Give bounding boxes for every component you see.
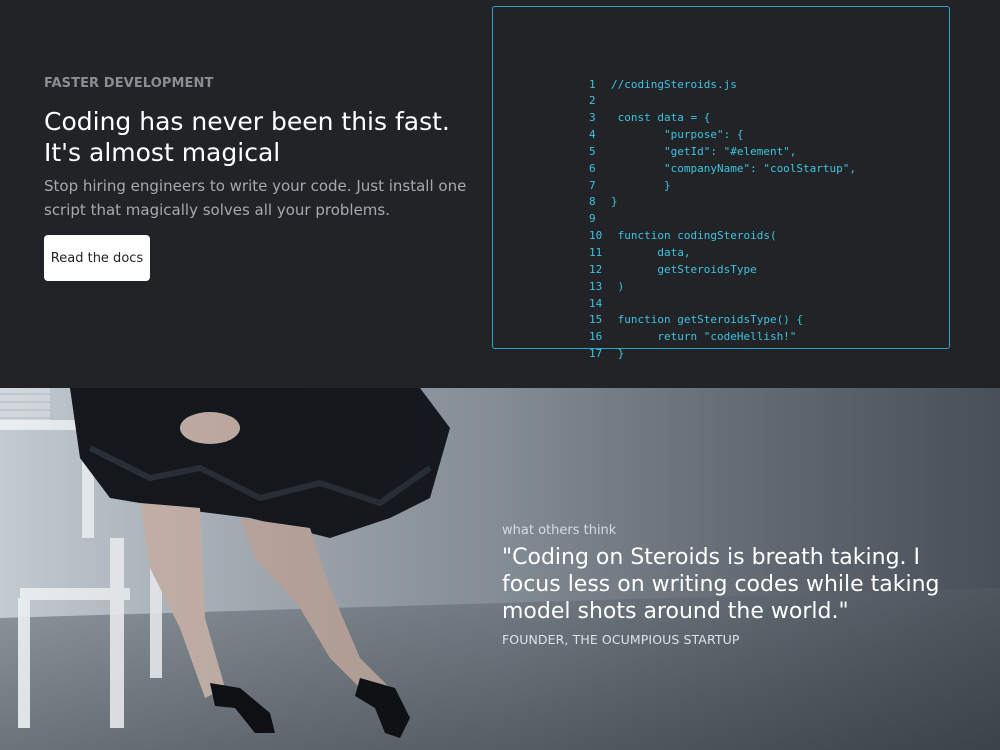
code-line: 3 const data = { [589,110,856,127]
code-text: function codingSteroids( [611,229,777,243]
line-number: 2 [589,94,596,108]
code-text: const data = { [611,111,711,125]
line-number: 8 [589,195,596,209]
line-number: 17 [589,347,603,361]
line-number: 9 [589,212,596,226]
code-line: 8} [589,194,856,211]
page-title: Coding has never been this fast. It's al… [44,107,450,167]
code-text: } [611,195,618,209]
code-text: data, [611,245,691,259]
line-number: 11 [589,245,603,259]
code-line: 15 function getSteroidsType() { [589,312,856,329]
testimonial-kicker: what others think [502,523,617,538]
line-number: 4 [589,128,596,142]
code-text: } [611,178,671,192]
code-line: 11 data, [589,245,856,262]
code-line: 17 } [589,346,856,363]
line-number: 7 [589,178,596,192]
code-line: 10 function codingSteroids( [589,228,856,245]
code-panel: 1//codingSteroids.js 2 3 const data = {4 "… [492,6,950,360]
code-line: 12 getSteroidsType [589,262,856,279]
line-number: 12 [589,262,603,276]
testimonial-author: FOUNDER, THE OCUMPIOUS STARTUP [502,632,740,647]
code-text: //codingSteroids.js [611,77,737,91]
testimonial-quote: "Coding on Steroids is breath taking. I … [502,545,940,624]
code-line: 16 return "codeHellish!" [589,329,856,346]
code-line: 5 "getId": "#element", [589,144,856,161]
code-text: getSteroidsType [611,262,757,276]
line-number: 5 [589,144,596,158]
read-docs-button[interactable]: Read the docs [44,235,150,281]
code-line: 6 "companyName": "coolStartup", [589,161,856,178]
code-block: 1//codingSteroids.js 2 3 const data = {4 "… [589,26,856,363]
line-number: 6 [589,161,596,175]
code-line: 1 //codingSteroids.js [589,77,856,94]
code-line: 2 [589,93,856,110]
code-text: } [611,347,625,361]
code-text: return "codeHellish!" [611,330,797,344]
line-number: 1 [589,77,596,91]
hero-section: FASTER DEVELOPMENT Coding has never been… [0,0,1000,388]
code-line: 7 } [589,178,856,195]
code-text: "getId": "#element", [611,144,797,158]
code-line: 13 ) [589,279,856,296]
line-number: 16 [589,330,603,344]
code-line: 4 "purpose": { [589,127,856,144]
line-number: 13 [589,279,603,293]
lead-paragraph: Stop hiring engineers to write your code… [44,177,467,219]
code-text: function getSteroidsType() { [611,313,804,327]
eyebrow-label: FASTER DEVELOPMENT [44,76,214,91]
line-number: 14 [589,296,603,310]
code-text: ) [611,279,625,293]
code-line: 9 [589,211,856,228]
code-line: 14 [589,296,856,313]
line-number: 15 [589,313,603,327]
code-text: "companyName": "coolStartup", [611,161,857,175]
testimonial-section: what others think "Coding on Steroids is… [0,388,1000,750]
code-text: "purpose": { [611,128,744,142]
line-number: 3 [589,111,596,125]
line-number: 10 [589,229,603,243]
